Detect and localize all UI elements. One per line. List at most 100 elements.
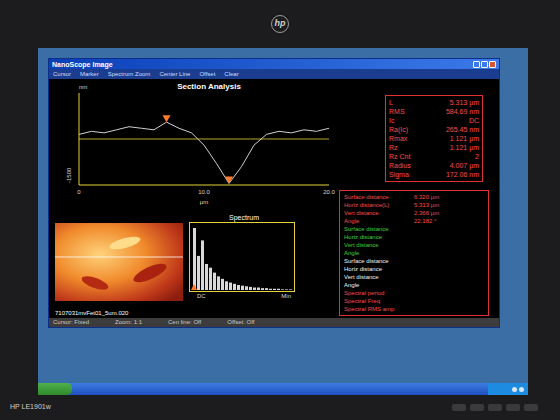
spectrum-bar: [193, 228, 196, 290]
top-bezel: hp: [0, 0, 560, 48]
taskbar: [38, 383, 528, 395]
measurement-row: Surface distance6.320 µm: [344, 193, 484, 201]
spectrum-bar: [233, 284, 236, 290]
menu-item[interactable]: Center Line: [159, 70, 190, 79]
screen: NanoScope ImageCursor Marker Spectrum Zoom…: [38, 48, 528, 395]
minimize-icon[interactable]: [473, 61, 480, 68]
stat-row: Sigma172.06 nm: [389, 170, 479, 179]
spectrum-bar: [241, 286, 244, 290]
spectrum-chart: [191, 224, 293, 290]
model-label: HP LE1901w: [10, 402, 51, 413]
x-tick: 10.0: [198, 189, 210, 195]
maximize-icon[interactable]: [481, 61, 488, 68]
zero-line: [79, 139, 329, 140]
menu-item[interactable]: Marker: [80, 70, 99, 79]
x-axis: [79, 185, 329, 186]
spectrum-label: Min: [281, 292, 291, 300]
power-button-icon[interactable]: [524, 404, 538, 411]
measurement-row: Horiz distance: [344, 265, 484, 273]
x-tick: 0: [77, 189, 81, 195]
menu-item[interactable]: Spectrum Zoom: [108, 70, 151, 79]
y-tick: -1500: [66, 167, 72, 183]
system-tray: [488, 383, 528, 395]
spectrum-bar: [261, 288, 264, 290]
y-unit: nm: [79, 84, 87, 90]
stat-row: Rz1.121 µm: [389, 143, 479, 152]
spectrum-bar: [229, 283, 232, 290]
spectrum-bar: [201, 240, 204, 290]
spectrum-bar: [285, 289, 288, 290]
spectrum-bar: [257, 288, 260, 290]
stat-row: Ra(Ic)265.45 nm: [389, 125, 479, 134]
measurement-row: Angle: [344, 249, 484, 257]
menu-item[interactable]: Clear: [224, 70, 238, 79]
spectrum-bar: [253, 288, 256, 290]
stat-row: Rz Cnt2: [389, 152, 479, 161]
measurement-row: Vert distance2.366 µm: [344, 209, 484, 217]
cursor-marker-icon[interactable]: [225, 176, 233, 183]
menu-item[interactable]: Offset: [199, 70, 215, 79]
cursor-marker-icon[interactable]: [163, 115, 171, 122]
measurement-row: Spectral Freq: [344, 297, 484, 305]
hp-logo: hp: [271, 15, 289, 33]
start-button[interactable]: [38, 383, 72, 395]
tray-icon[interactable]: [512, 387, 517, 392]
status-item: Zoom: 1:1: [115, 318, 142, 327]
status-item: Offset: Off: [227, 318, 254, 327]
spectrum-bar: [289, 289, 292, 290]
spectrum-bar: [221, 279, 224, 290]
status-item: Cen line: Off: [168, 318, 201, 327]
spectrum-bar: [217, 276, 220, 290]
spectrum-bar: [225, 281, 228, 290]
spectrum-bar: [209, 268, 212, 290]
monitor-button-icon[interactable]: [452, 404, 466, 411]
spectrum-panel: SpectrumDCMin: [189, 213, 299, 300]
menu-item[interactable]: Cursor: [53, 70, 71, 79]
spectrum-bar: [205, 264, 208, 290]
profile-line: [79, 122, 329, 183]
monitor-button-icon[interactable]: [488, 404, 502, 411]
height-image: [55, 223, 183, 301]
section-chart: Section Analysis nm -1500 0 10.0 20.0 µm: [49, 79, 339, 209]
section-line[interactable]: [55, 257, 183, 258]
tray-icon[interactable]: [519, 387, 524, 392]
stats-panel: L5.313 µmRMS584.69 nmIcDCRa(Ic)265.45 nm…: [385, 95, 483, 182]
measurement-row: Vert distance: [344, 273, 484, 281]
monitor: hp NanoScope ImageCursor Marker Spectrum Zo…: [0, 0, 560, 420]
filename-bar: 7107031mvFet01_5um.020: [49, 308, 339, 318]
measurement-row: Horiz distance: [344, 233, 484, 241]
window-title: NanoScope Image: [52, 60, 113, 69]
measurement-row: Horiz distance(L)5.313 µm: [344, 201, 484, 209]
spectrum-bar: [197, 256, 200, 290]
spectrum-bar: [249, 287, 252, 290]
measurement-row: Spectral period: [344, 289, 484, 297]
spectrum-bar: [237, 285, 240, 290]
stat-row: Radius4.007 µm: [389, 161, 479, 170]
spectrum-label: DC: [197, 292, 206, 300]
spectrum-bar: [245, 286, 248, 290]
x-tick: 20.0: [323, 189, 335, 195]
monitor-button-icon[interactable]: [470, 404, 484, 411]
title-bar[interactable]: NanoScope Image: [49, 59, 499, 69]
stat-row: IcDC: [389, 116, 479, 125]
measurement-row: Surface distance: [344, 257, 484, 265]
monitor-button-icon[interactable]: [506, 404, 520, 411]
spectrum-bar: [269, 289, 272, 290]
measurements-panel: Surface distance6.320 µmHoriz distance(L…: [339, 190, 489, 316]
status-item: Cursor: Fixed: [53, 318, 89, 327]
measurement-row: Vert distance: [344, 241, 484, 249]
spectrum-bar: [265, 288, 268, 290]
stat-row: RMS584.69 nm: [389, 107, 479, 116]
spectrum-bar: [213, 273, 216, 290]
spectrum-marker-icon[interactable]: [191, 284, 197, 290]
app-window: NanoScope ImageCursor Marker Spectrum Zoom…: [48, 58, 500, 328]
spectrum-bar: [273, 289, 276, 290]
measurement-row: Angle: [344, 281, 484, 289]
stat-row: L5.313 µm: [389, 98, 479, 107]
bottom-bezel: HP LE1901w: [0, 395, 560, 420]
menu-bar: Cursor Marker Spectrum Zoom Center Line Offs…: [49, 69, 499, 79]
chart-title: Section Analysis: [177, 82, 241, 91]
close-icon[interactable]: [489, 61, 496, 68]
x-unit: µm: [200, 199, 208, 205]
stat-row: Rmax1.121 µm: [389, 134, 479, 143]
